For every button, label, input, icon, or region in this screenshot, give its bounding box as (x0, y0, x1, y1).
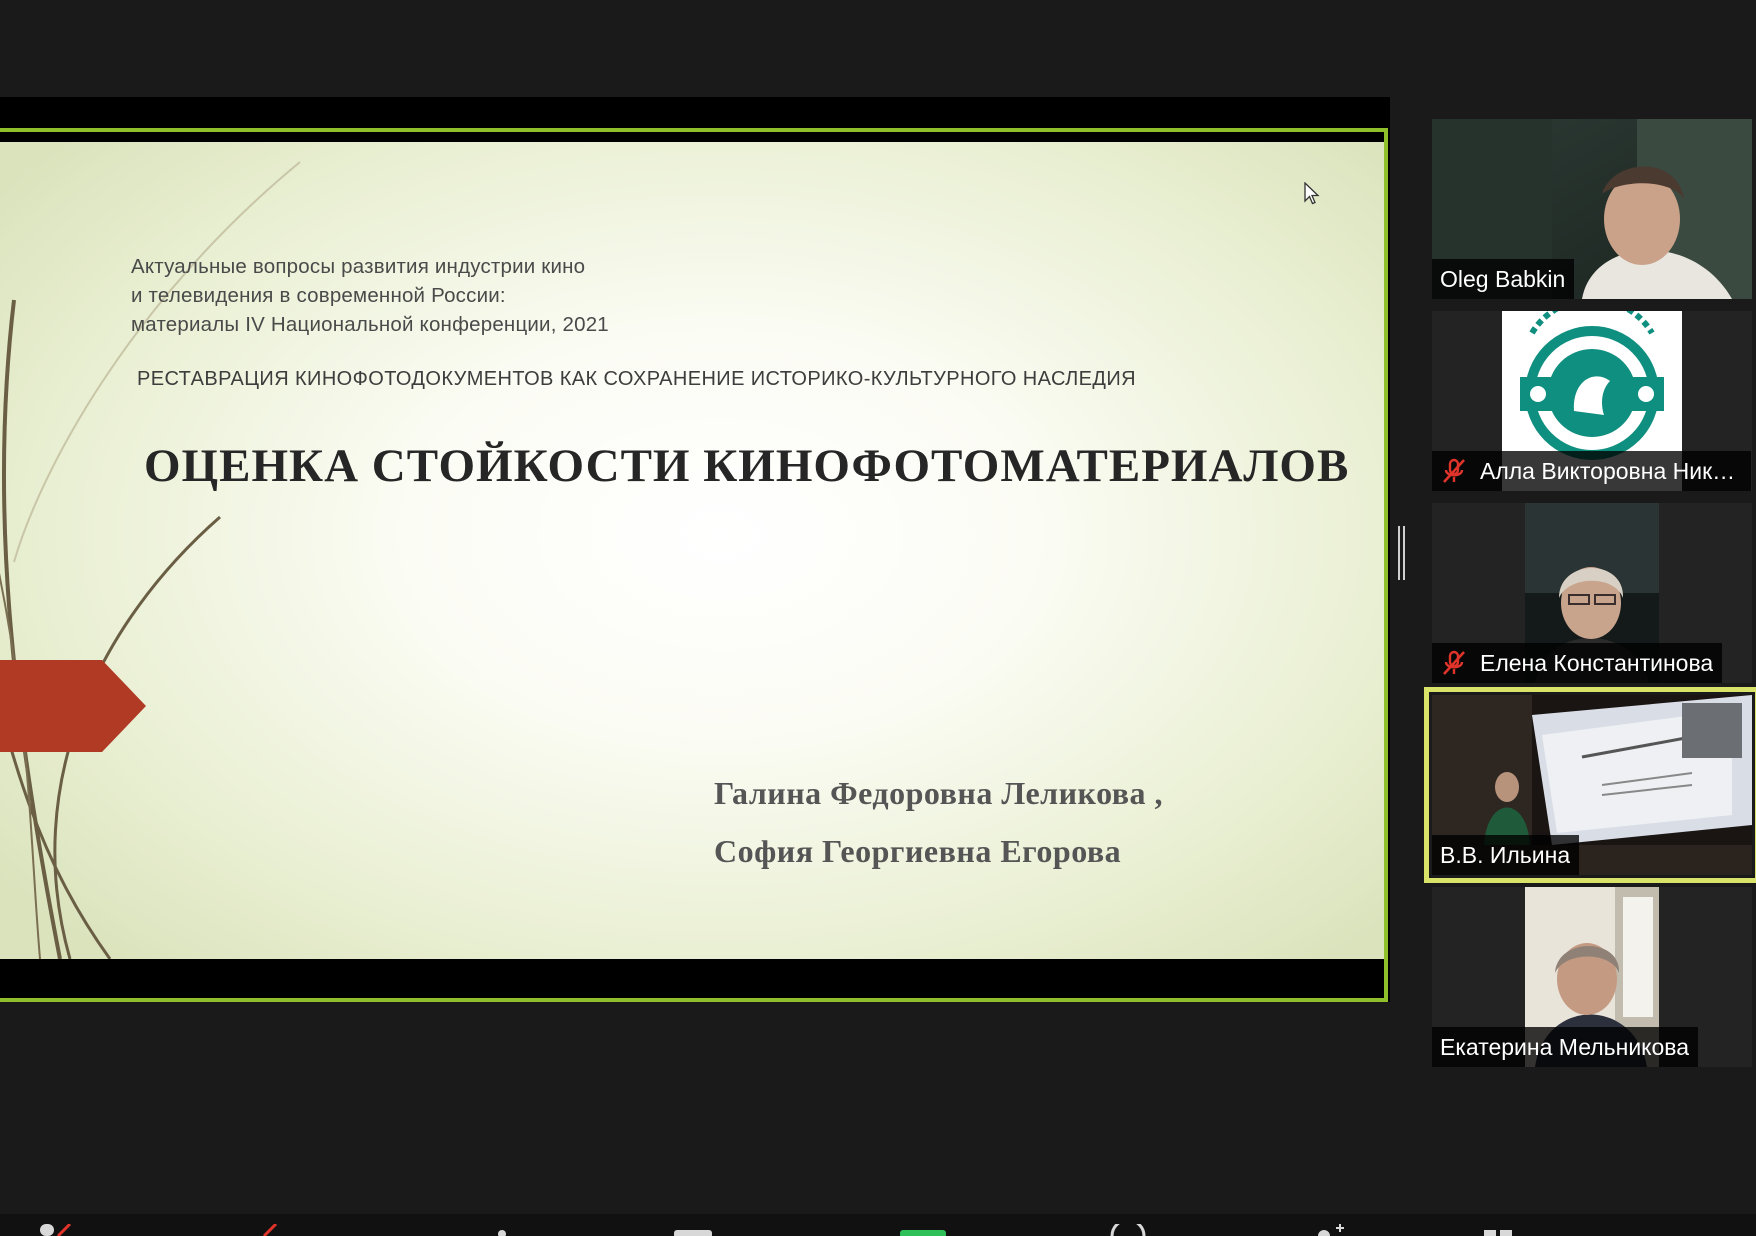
microphone-icon[interactable] (30, 1224, 74, 1236)
participant-name-tag: Елена Константинова (1432, 643, 1723, 683)
video-icon[interactable] (260, 1224, 290, 1236)
participant-name-tag: Екатерина Мельникова (1432, 1027, 1699, 1067)
slide-meta-line-1: Актуальные вопросы развития индустрии ки… (131, 255, 586, 278)
zoom-meeting-window: Актуальные вопросы развития индустрии ки… (0, 0, 1756, 1236)
accent-arrow (0, 660, 146, 752)
participant-tile[interactable]: Алла Викторовна Никифорова (1432, 311, 1752, 491)
reactions-icon[interactable] (1310, 1224, 1350, 1236)
slide-section-heading: РЕСТАВРАЦИЯ КИНОФОТОДОКУМЕНТОВ КАК СОХРА… (137, 368, 1136, 390)
participant-name: В.В. Ильина (1440, 841, 1571, 868)
slide-meta-line-3: материалы IV Национальной конференции, 2… (131, 313, 609, 336)
record-icon[interactable] (1106, 1224, 1150, 1236)
panel-resize-handle[interactable] (1398, 526, 1405, 580)
participant-name: Алла Викторовна Никифорова (1480, 457, 1742, 484)
participant-tile[interactable]: Екатерина Мельникова (1432, 887, 1752, 1067)
slide-meta-line-2: и телевидения в современной России: (131, 284, 506, 307)
share-screen-icon[interactable] (898, 1224, 948, 1236)
slide-author-2: София Георгиевна Егорова (714, 833, 1122, 869)
participant-name-tag: В.В. Ильина (1432, 835, 1580, 875)
participant-tile[interactable]: Елена Константинова (1432, 503, 1752, 683)
chat-icon[interactable] (672, 1224, 716, 1236)
presentation-slide: Актуальные вопросы развития индустрии ки… (0, 142, 1386, 959)
participant-tile[interactable]: Oleg Babkin (1432, 119, 1752, 299)
microphone-muted-icon (1443, 650, 1465, 675)
participant-name-tag: Oleg Babkin (1432, 259, 1575, 299)
microphone-muted-icon (1443, 458, 1465, 483)
participant-name-tag: Алла Викторовна Никифорова (1432, 451, 1751, 491)
participants-icon[interactable] (492, 1224, 512, 1236)
apps-icon[interactable] (1480, 1224, 1520, 1236)
participant-tile-active-speaker[interactable]: В.В. Ильина (1424, 687, 1756, 883)
slide-author-1: Галина Федоровна Леликова , (714, 775, 1164, 811)
mouse-cursor-icon (1304, 182, 1320, 205)
slide-title: ОЦЕНКА СТОЙКОСТИ КИНОФОТОМАТЕРИАЛОВ (144, 440, 1350, 492)
participant-name: Екатерина Мельникова (1440, 1033, 1690, 1060)
participant-name: Елена Константинова (1480, 649, 1714, 676)
participant-name: Oleg Babkin (1440, 265, 1566, 292)
